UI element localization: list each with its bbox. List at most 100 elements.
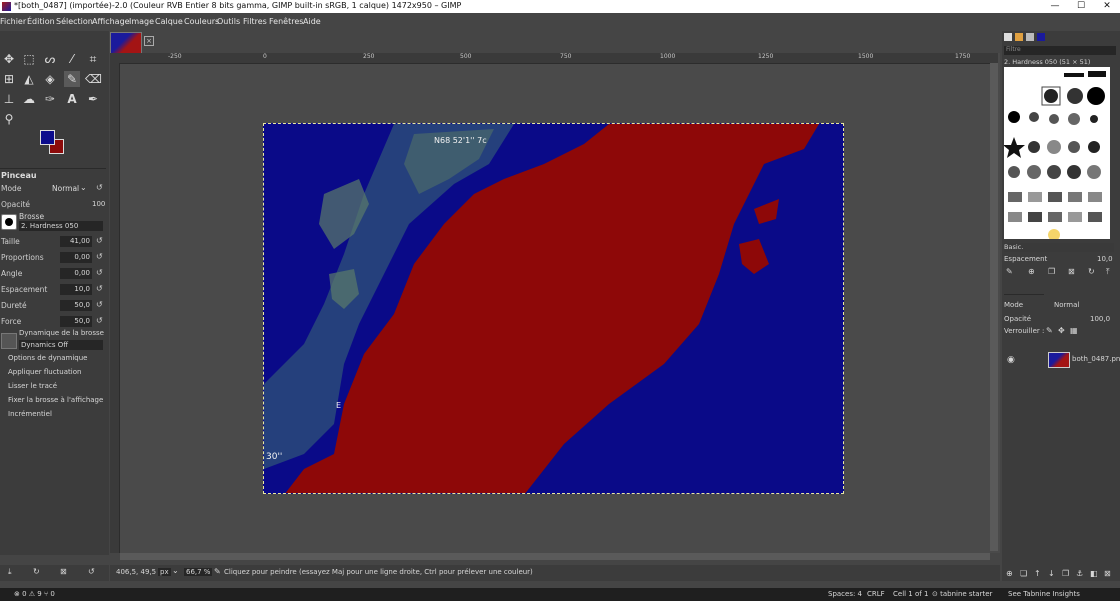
lower-layer-icon[interactable]: ↓ — [1048, 569, 1055, 578]
reset-icon[interactable]: ↺ — [96, 268, 103, 277]
size-row[interactable]: Taille 41,00 ↺ — [0, 235, 106, 250]
layers-opacity-value[interactable]: 100,0 — [1090, 315, 1110, 323]
menu-edition[interactable]: Édition — [27, 17, 55, 26]
angle-row[interactable]: Angle 0,00 ↺ — [0, 267, 106, 282]
warp-tool-icon[interactable]: ◭ — [21, 71, 37, 87]
force-row[interactable]: Force 50,0 ↺ — [0, 315, 106, 330]
brush-set-dropdown[interactable]: Basic. — [1004, 243, 1114, 252]
horizontal-ruler[interactable]: -250 0 250 500 750 1000 1250 1500 1750 — [110, 53, 998, 64]
apply-jitter-checkbox[interactable]: Appliquer fluctuation — [8, 368, 81, 376]
menu-affichage[interactable]: Affichage — [92, 17, 130, 26]
lock-brush-checkbox[interactable]: Fixer la brosse à l'affichage — [8, 396, 103, 404]
tool-options-tabs[interactable] — [0, 158, 106, 169]
opacity-value[interactable]: 100 — [92, 200, 105, 208]
aspect-row[interactable]: Proportions 0,00 ↺ — [0, 251, 106, 266]
layer-row[interactable]: ◉ both_0487.png — [1002, 349, 1120, 373]
minimize-button[interactable]: — — [1042, 0, 1068, 13]
dynamics-field[interactable]: Dynamics Off — [19, 340, 103, 350]
lasso-tool-icon[interactable]: ᔕ — [42, 51, 58, 67]
brush-panel-tabs[interactable] — [1004, 33, 1054, 43]
duplicate-layer-icon[interactable]: ❐ — [1062, 569, 1069, 578]
menu-fichier[interactable]: Fichier — [0, 17, 26, 26]
dynamics-options-expander[interactable]: Options de dynamique — [8, 354, 87, 362]
spaces-indicator[interactable]: Spaces: 4 — [828, 590, 862, 598]
paths-tool-icon[interactable]: ✑ — [42, 91, 58, 107]
image-tab[interactable] — [110, 32, 142, 54]
brushes-tab-icon[interactable] — [1004, 33, 1012, 41]
spacing-value[interactable]: 10,0 — [60, 284, 92, 295]
vertical-ruler[interactable] — [110, 63, 120, 553]
mode-row[interactable]: Mode Normal ⌄ ↺ — [0, 182, 106, 197]
vertical-scrollbar[interactable] — [990, 63, 998, 551]
brush-preview[interactable] — [1, 214, 17, 230]
hardness-value[interactable]: 50,0 — [60, 300, 92, 311]
clone-tool-icon[interactable]: ⊥ — [1, 91, 17, 107]
reset-icon[interactable]: ↺ — [96, 316, 103, 325]
size-value[interactable]: 41,00 — [60, 236, 92, 247]
rect-select-tool-icon[interactable]: ⬚ — [21, 51, 37, 67]
reset-icon[interactable]: ↺ — [96, 183, 103, 192]
reset-icon[interactable]: ↺ — [96, 284, 103, 293]
close-button[interactable]: ✕ — [1094, 0, 1120, 13]
restore-options-icon[interactable]: ↻ — [33, 567, 40, 576]
tabnine-insights-link[interactable]: See Tabnine Insights — [1008, 590, 1080, 598]
layer-name[interactable]: both_0487.png — [1072, 355, 1120, 363]
delete-layer-icon[interactable]: ⊠ — [1104, 569, 1111, 578]
dynamics-icon[interactable] — [1, 333, 17, 349]
unit-dropdown[interactable]: px — [158, 568, 171, 576]
move-tool-icon[interactable]: ✥ — [1, 51, 17, 67]
brush-spacing-value[interactable]: 10,0 — [1097, 255, 1113, 263]
menu-aide[interactable]: Aide — [303, 17, 321, 26]
eraser-tool-icon[interactable]: ⌫ — [85, 71, 102, 87]
delete-options-icon[interactable]: ⊠ — [60, 567, 67, 576]
transform-tool-icon[interactable]: ⊞ — [1, 71, 17, 87]
menu-image[interactable]: Image — [129, 17, 154, 26]
color-picker-tool-icon[interactable]: ✒ — [85, 91, 101, 107]
lock-pixels-icon[interactable]: ✎ — [1046, 326, 1053, 335]
lock-position-icon[interactable]: ✥ — [1058, 326, 1065, 335]
new-layer-icon[interactable]: ⊕ — [1006, 569, 1013, 578]
crop-tool-icon[interactable]: ⌗ — [85, 51, 101, 67]
eol-indicator[interactable]: CRLF — [867, 590, 885, 598]
text-tool-icon[interactable]: A — [64, 91, 80, 107]
menu-outils[interactable]: Outils — [217, 17, 240, 26]
brush-grid[interactable] — [1003, 67, 1110, 241]
smudge-tool-icon[interactable]: ☁ — [21, 91, 37, 107]
reset-icon[interactable]: ↺ — [96, 252, 103, 261]
gradients-tab-icon[interactable] — [1037, 33, 1045, 41]
horizontal-scrollbar[interactable] — [120, 553, 990, 560]
force-value[interactable]: 50,0 — [60, 316, 92, 327]
menu-filtres[interactable]: Filtres — [243, 17, 267, 26]
tabnine-indicator[interactable]: ⊙ tabnine starter — [932, 590, 992, 598]
angle-value[interactable]: 0,00 — [60, 268, 92, 279]
menu-couleurs[interactable]: Couleurs — [184, 17, 219, 26]
problems-indicator[interactable]: ⊗ 0 ⚠ 9 ⑂ 0 — [14, 590, 55, 598]
aspect-value[interactable]: 0,00 — [60, 252, 92, 263]
incremental-checkbox[interactable]: Incrémentiel — [8, 410, 52, 418]
save-options-icon[interactable]: ⤓ — [8, 567, 12, 577]
refresh-brushes-icon[interactable]: ↻ — [1088, 267, 1095, 276]
menu-calque[interactable]: Calque — [155, 17, 183, 26]
opacity-row[interactable]: Opacité 100 — [0, 198, 106, 213]
duplicate-brush-icon[interactable]: ❐ — [1048, 267, 1055, 276]
delete-brush-icon[interactable]: ⊠ — [1068, 267, 1075, 276]
layers-panel-tabs[interactable] — [1004, 284, 1044, 295]
brush-field[interactable]: 2. Hardness 050 — [19, 221, 103, 231]
fuzzy-select-tool-icon[interactable]: ⁄ — [64, 51, 80, 67]
lock-alpha-icon[interactable]: ▦ — [1070, 326, 1078, 335]
smooth-stroke-checkbox[interactable]: Lisser le tracé — [8, 382, 57, 390]
close-tab-icon[interactable]: × — [144, 36, 154, 46]
mode-dropdown[interactable]: Normal — [52, 184, 79, 193]
anchor-layer-icon[interactable]: ⚓ — [1076, 569, 1083, 578]
reset-icon[interactable]: ↺ — [96, 300, 103, 309]
open-brush-icon[interactable]: ⤒ — [1106, 267, 1110, 277]
patterns-tab-icon[interactable] — [1015, 33, 1023, 41]
foreground-color-swatch[interactable] — [40, 130, 55, 145]
mask-layer-icon[interactable]: ◧ — [1090, 569, 1098, 578]
cell-indicator[interactable]: Cell 1 of 1 — [893, 590, 928, 598]
zoom-dropdown[interactable]: 66,7 % — [184, 568, 213, 576]
spacing-row[interactable]: Espacement 10,0 ↺ — [0, 283, 106, 298]
raise-layer-icon[interactable]: ↑ — [1034, 569, 1041, 578]
menu-fenetres[interactable]: Fenêtres — [269, 17, 303, 26]
new-layer-group-icon[interactable]: ❏ — [1020, 569, 1027, 578]
